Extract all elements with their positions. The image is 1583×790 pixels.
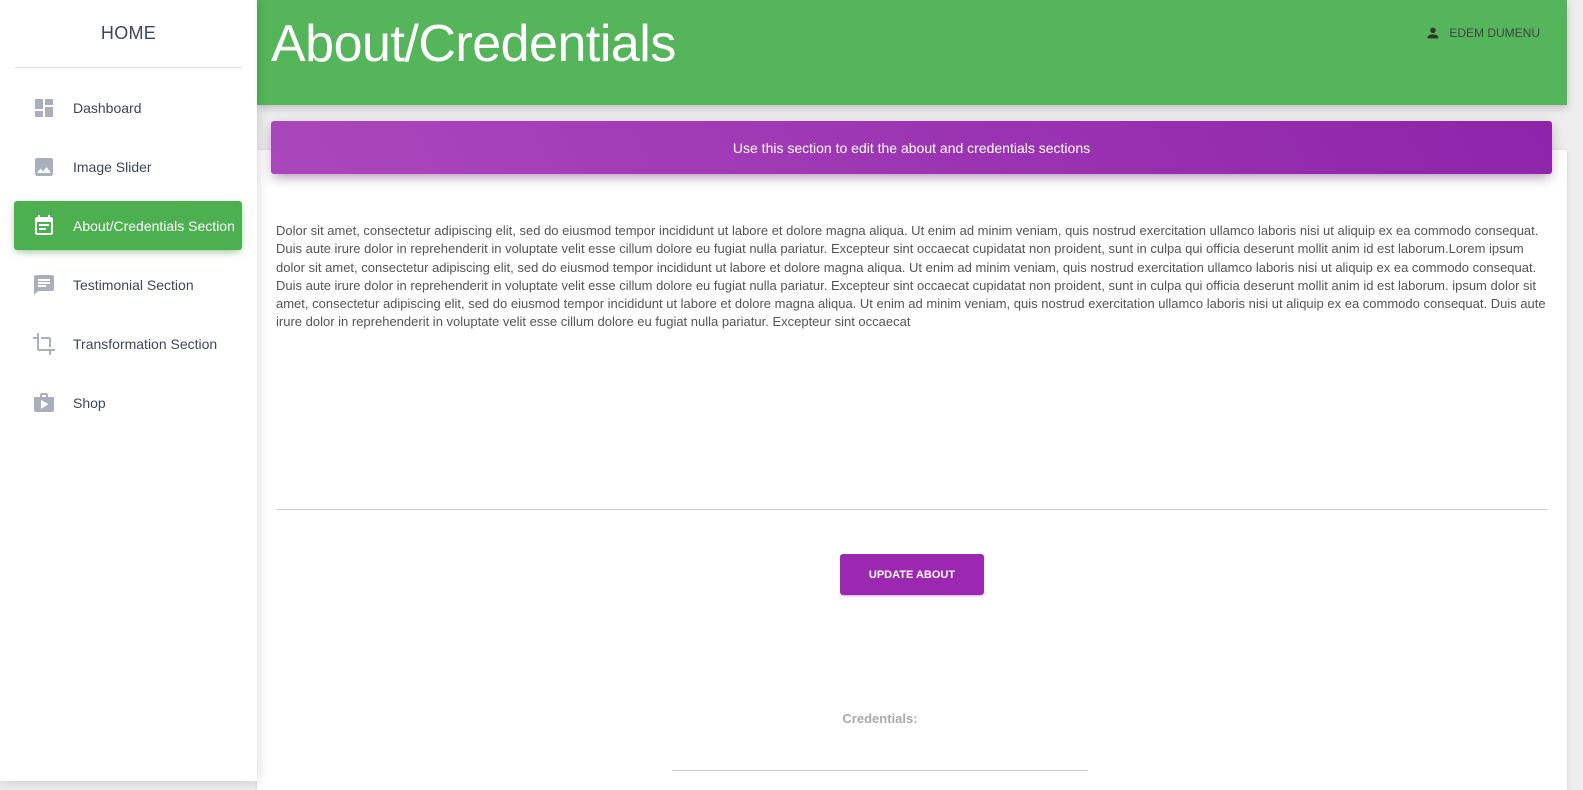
event-note-icon — [32, 214, 56, 238]
sidebar-item-label: Transformation Section — [73, 335, 218, 352]
sidebar-item-label: Dashboard — [73, 99, 142, 116]
user-name: EDEM DUMENU — [1449, 26, 1540, 40]
sidebar-item-shop[interactable]: Shop — [14, 378, 242, 427]
sidebar-item-dashboard[interactable]: Dashboard — [14, 83, 242, 132]
update-about-button[interactable]: UPDATE ABOUT — [840, 554, 984, 595]
sidebar-item-label: Shop — [73, 394, 106, 411]
image-icon — [32, 155, 56, 179]
person-icon — [1427, 27, 1439, 39]
sidebar-item-transformation[interactable]: Transformation Section — [14, 319, 242, 368]
credentials-label: Credentials: — [842, 711, 918, 726]
sidebar-item-about-credentials[interactable]: About/Credentials Section — [14, 201, 242, 250]
user-menu[interactable]: EDEM DUMENU — [1425, 25, 1540, 41]
chat-icon — [32, 273, 56, 297]
sidebar-item-label: About/Credentials Section — [73, 217, 235, 234]
sidebar-item-testimonial[interactable]: Testimonial Section — [14, 260, 242, 309]
crop-icon — [32, 332, 56, 356]
credentials-input-underline[interactable] — [672, 770, 1088, 771]
sidebar-item-label: Testimonial Section — [73, 276, 194, 293]
card-header-banner: Use this section to edit the about and c… — [271, 121, 1552, 174]
sidebar-item-image-slider[interactable]: Image Slider — [14, 142, 242, 191]
sidebar-brand[interactable]: HOME — [15, 0, 242, 68]
shop-icon — [32, 391, 56, 415]
page-title: About/Credentials — [271, 15, 676, 73]
about-textarea[interactable]: Dolor sit amet, consectetur adipiscing e… — [276, 222, 1548, 510]
sidebar: HOME Dashboard Image Slider About/Creden… — [0, 0, 257, 781]
sidebar-nav: Dashboard Image Slider About/Credentials… — [0, 83, 257, 427]
dashboard-icon — [32, 96, 56, 120]
sidebar-item-label: Image Slider — [73, 158, 152, 175]
top-header: About/Credentials EDEM DUMENU — [257, 0, 1567, 105]
